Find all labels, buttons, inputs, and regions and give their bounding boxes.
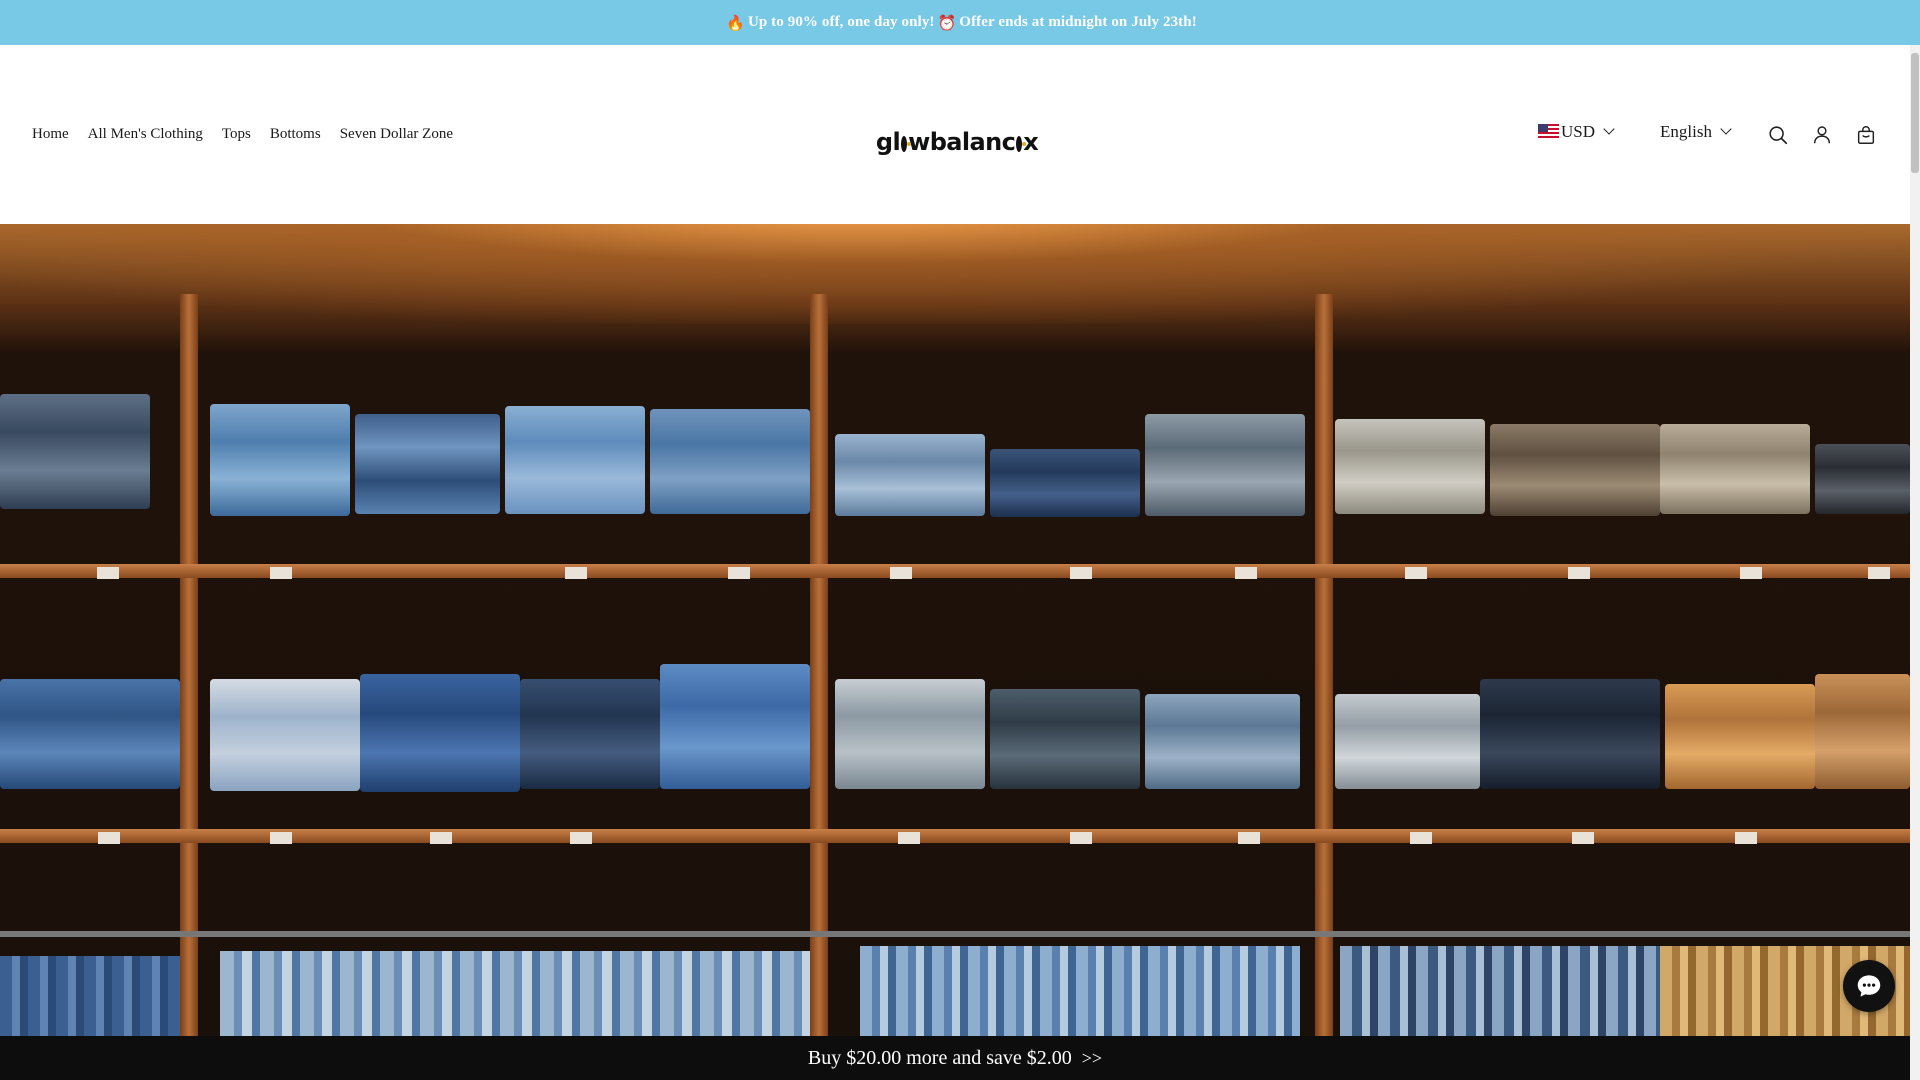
shelf-tag	[1740, 567, 1762, 579]
shelf-tag	[1070, 567, 1092, 579]
shelf-tag	[1238, 832, 1260, 844]
denim-stack	[0, 394, 150, 509]
search-button[interactable]	[1766, 123, 1790, 147]
clothing-rod	[0, 931, 1910, 937]
denim-stack	[1490, 424, 1660, 516]
hanging-shirts	[860, 946, 1300, 1036]
cart-button[interactable]	[1854, 123, 1878, 147]
cart-icon	[1857, 126, 1875, 144]
logo-text-middle: wbalanc	[908, 128, 1016, 156]
hanging-shirts	[1340, 946, 1660, 1036]
logo-o-mark	[901, 136, 912, 152]
fire-icon: 🔥	[726, 13, 745, 32]
shelf-tag	[1868, 567, 1890, 579]
denim-stack	[1145, 414, 1305, 516]
shelf-tag	[97, 567, 119, 579]
free-shipping-progress-bar[interactable]: Buy $20.00 more and save $2.00 >>	[0, 1036, 1910, 1080]
shelf-tag	[270, 567, 292, 579]
logo-o-mark-2	[1016, 136, 1027, 152]
shelf-tag	[1405, 567, 1427, 579]
site-header: Home All Men's Clothing Tops Bottoms Sev…	[0, 45, 1910, 224]
shelf-tag	[890, 567, 912, 579]
site-logo[interactable]: gl wbalanc x	[876, 127, 1039, 157]
denim-stack	[210, 404, 350, 516]
us-flag-icon	[1538, 124, 1559, 138]
language-selector[interactable]: English	[1660, 120, 1732, 144]
denim-stack	[355, 414, 500, 514]
announcement-text-2: Offer ends at midnight on July 23th!	[959, 14, 1197, 30]
logo-text-start: gl	[875, 128, 901, 156]
denim-stack	[1335, 694, 1480, 789]
denim-stack	[520, 679, 660, 789]
denim-stack	[1815, 674, 1910, 789]
chevron-down-icon	[1720, 123, 1732, 135]
chevron-down-icon	[1603, 123, 1615, 135]
chat-button[interactable]	[1843, 960, 1895, 1012]
shelf-tag	[1235, 567, 1257, 579]
denim-stack	[210, 679, 360, 791]
alarm-clock-icon: ⏰	[937, 13, 957, 32]
denim-stack	[505, 406, 645, 514]
currency-selector[interactable]: USD	[1538, 120, 1615, 144]
shelf-tag	[1735, 832, 1757, 844]
account-icon	[1813, 126, 1831, 144]
nav-item-all-mens-clothing[interactable]: All Men's Clothing	[88, 126, 203, 143]
shelf-tag	[430, 832, 452, 844]
denim-stack	[360, 674, 520, 792]
hanging-shirts	[0, 956, 180, 1036]
nav-item-tops[interactable]: Tops	[222, 126, 251, 143]
hero-banner[interactable]	[0, 224, 1910, 1036]
shelf-tag	[1572, 832, 1594, 844]
denim-stack	[660, 664, 810, 789]
denim-stack	[1665, 684, 1815, 789]
hanging-garments	[0, 896, 1910, 1036]
denim-stack	[0, 679, 180, 789]
shelf-tag	[565, 567, 587, 579]
shelf-tag	[98, 832, 120, 844]
shelf-tag	[898, 832, 920, 844]
denim-stack	[1815, 444, 1910, 514]
nav-item-bottoms[interactable]: Bottoms	[270, 126, 321, 143]
denim-stack	[835, 679, 985, 789]
announcement-bar: 🔥 Up to 90% off, one day only! ⏰ Offer e…	[0, 0, 1920, 45]
denim-stack	[1480, 679, 1660, 789]
header-tools: USD English	[1510, 45, 1910, 224]
shelf-tag	[1070, 832, 1092, 844]
hero-light-glow	[0, 224, 1910, 324]
denim-stack	[650, 409, 810, 514]
language-label: English	[1660, 122, 1712, 141]
main-nav: Home All Men's Clothing Tops Bottoms Sev…	[32, 45, 472, 224]
denim-stack	[835, 434, 985, 516]
scrollbar-thumb[interactable]	[1911, 53, 1919, 173]
currency-label: USD	[1561, 122, 1596, 141]
shelf-tag	[270, 832, 292, 844]
promo-arrows: >>	[1081, 1047, 1103, 1068]
announcement-text-1: Up to 90% off, one day only!	[747, 14, 935, 30]
denim-stack	[1660, 424, 1810, 514]
shelf-tag	[1568, 567, 1590, 579]
page-scrollbar[interactable]	[1910, 45, 1920, 1080]
search-icon	[1769, 126, 1788, 145]
denim-stack	[1335, 419, 1485, 514]
denim-stack	[1145, 694, 1300, 789]
account-button[interactable]	[1810, 123, 1834, 147]
nav-item-home[interactable]: Home	[32, 126, 69, 143]
shelf-tag	[728, 567, 750, 579]
nav-item-seven-dollar-zone[interactable]: Seven Dollar Zone	[340, 126, 453, 143]
shelf-tag	[1410, 832, 1432, 844]
denim-stack	[990, 689, 1140, 789]
promo-text: Buy $20.00 more and save $2.00	[807, 1046, 1072, 1069]
hanging-shirts	[220, 951, 810, 1036]
shelf-tag	[570, 832, 592, 844]
chat-bubble-icon	[1857, 975, 1881, 997]
denim-stack	[990, 449, 1140, 517]
